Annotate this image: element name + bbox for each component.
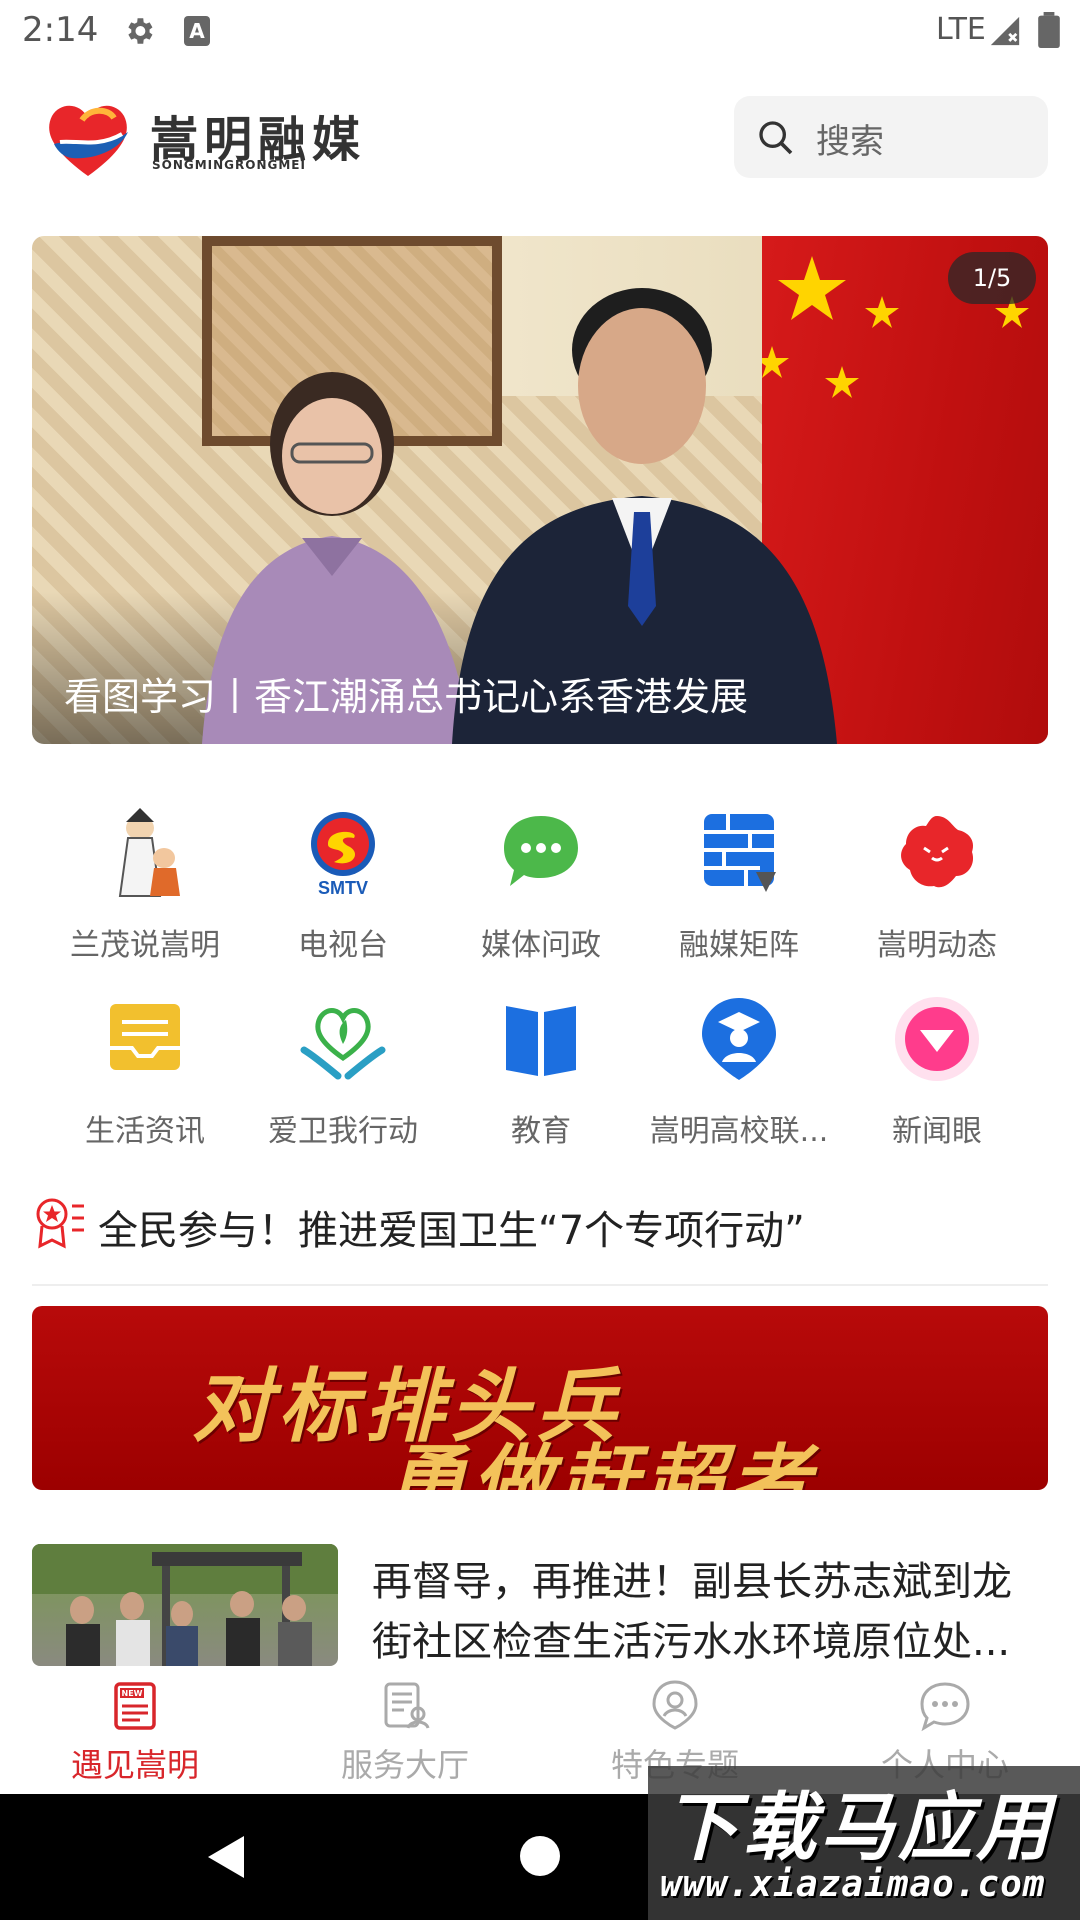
grid-label: 媒体问政 [481, 928, 601, 963]
search-placeholder: 搜索 [816, 122, 884, 162]
grid-label: 嵩明高校联... [649, 1114, 829, 1149]
grid-matrix-icon [704, 814, 776, 892]
lanmao-character-icon [118, 808, 180, 897]
tab-label: 服务大厅 [340, 1746, 469, 1784]
grid-label: 融媒矩阵 [679, 928, 799, 963]
award-ribbon-icon [36, 1198, 84, 1249]
grid-item-lanmao[interactable]: 兰茂说嵩明 [46, 800, 244, 970]
watermark-main: 下载马应用 [664, 1785, 1054, 1871]
app-header: 嵩明融媒 SONGMINGRONGMEI 搜索 [0, 62, 1080, 202]
chat-bubble-icon [504, 816, 578, 886]
smtv-logo-icon: SMTV [311, 812, 375, 898]
tab-service-hall[interactable]: 服务大厅 [270, 1666, 540, 1794]
grid-item-news-eye[interactable]: 新闻眼 [838, 986, 1036, 1156]
grid-item-tv[interactable]: SMTV 电视台 [244, 800, 442, 970]
grid-item-songming-news[interactable]: 嵩明动态 [838, 800, 1036, 970]
logo-subtext: SONGMINGRONGMEI [152, 158, 306, 172]
news-thumbnail [32, 1544, 338, 1666]
news-eye-icon [895, 997, 979, 1081]
status-bar: 2:14 A LTE [0, 0, 1080, 62]
grid-label: 爱卫我行动 [268, 1114, 418, 1149]
search-box[interactable]: 搜索 [734, 96, 1048, 178]
heart-hands-icon [300, 1008, 386, 1080]
grid-label: 生活资讯 [85, 1114, 205, 1149]
signal-icon [990, 16, 1020, 46]
grid-item-education[interactable]: 教育 [442, 986, 640, 1156]
tab-meet-songming[interactable]: NEW 遇见嵩明 [0, 1666, 270, 1794]
status-time: 2:14 [22, 10, 99, 50]
service-icon [384, 1682, 430, 1729]
inbox-icon [110, 1004, 180, 1070]
headline-row[interactable]: 全民参与！推进爱国卫生“7个专项行动” [32, 1196, 1048, 1286]
banner-caption[interactable]: 看图学习丨香江潮涌总书记心系香港发展 [64, 666, 748, 721]
battery-icon [1038, 12, 1060, 48]
home-icon[interactable] [520, 1836, 560, 1876]
news-icon: NEW [114, 1682, 156, 1730]
gear-icon [128, 18, 153, 44]
graduate-icon [702, 998, 776, 1080]
watermark: 下载马应用 www.xiazaimao.com [648, 1766, 1080, 1920]
grid-label: 兰茂说嵩明 [70, 928, 220, 963]
back-icon[interactable] [206, 1834, 246, 1880]
a-icon: A [184, 16, 210, 46]
grid-label: 教育 [511, 1114, 571, 1149]
headline-text: 全民参与！推进爱国卫生“7个专项行动” [98, 1208, 805, 1254]
banner-counter: 1/5 [948, 252, 1036, 304]
svg-text:SMTV: SMTV [318, 878, 368, 898]
search-icon [759, 121, 793, 155]
watermark-url: www.xiazaimao.com [660, 1864, 1046, 1905]
app-logo[interactable]: 嵩明融媒 SONGMINGRONGMEI [42, 94, 382, 180]
promo-line2: 勇做赶超者 [386, 1435, 816, 1490]
grid-item-media-matrix[interactable]: 融媒矩阵 [640, 800, 838, 970]
grid-item-life-info[interactable]: 生活资讯 [46, 986, 244, 1156]
red-flower-icon [901, 816, 974, 888]
grid-item-university-alliance[interactable]: 嵩明高校联... [640, 986, 838, 1156]
grid-label: 电视台 [298, 928, 388, 963]
news-title: 再督导，再推进！副县长苏志斌到龙街社区检查生活污水水环境原位处... [372, 1559, 1012, 1665]
grid-label: 新闻眼 [892, 1114, 982, 1149]
tab-label: 遇见嵩明 [70, 1746, 199, 1784]
promo-banner[interactable]: 对标排头兵 勇做赶超者 [32, 1306, 1048, 1490]
special-icon [652, 1680, 698, 1730]
profile-icon [920, 1682, 970, 1732]
book-icon [506, 1006, 576, 1076]
heart-logo-icon [49, 105, 128, 176]
grid-item-media-inquiry[interactable]: 媒体问政 [442, 800, 640, 970]
banner-carousel[interactable]: 1/5 看图学习丨香江潮涌总书记心系香港发展 [32, 236, 1048, 744]
news-item[interactable]: 再督导，再推进！副县长苏志斌到龙街社区检查生活污水水环境原位处... [32, 1544, 1048, 1666]
grid-item-patriotic-health[interactable]: 爱卫我行动 [244, 986, 442, 1156]
grid-label: 嵩明动态 [877, 928, 997, 963]
network-label: LTE [936, 12, 986, 47]
svg-text:NEW: NEW [122, 1689, 143, 1698]
